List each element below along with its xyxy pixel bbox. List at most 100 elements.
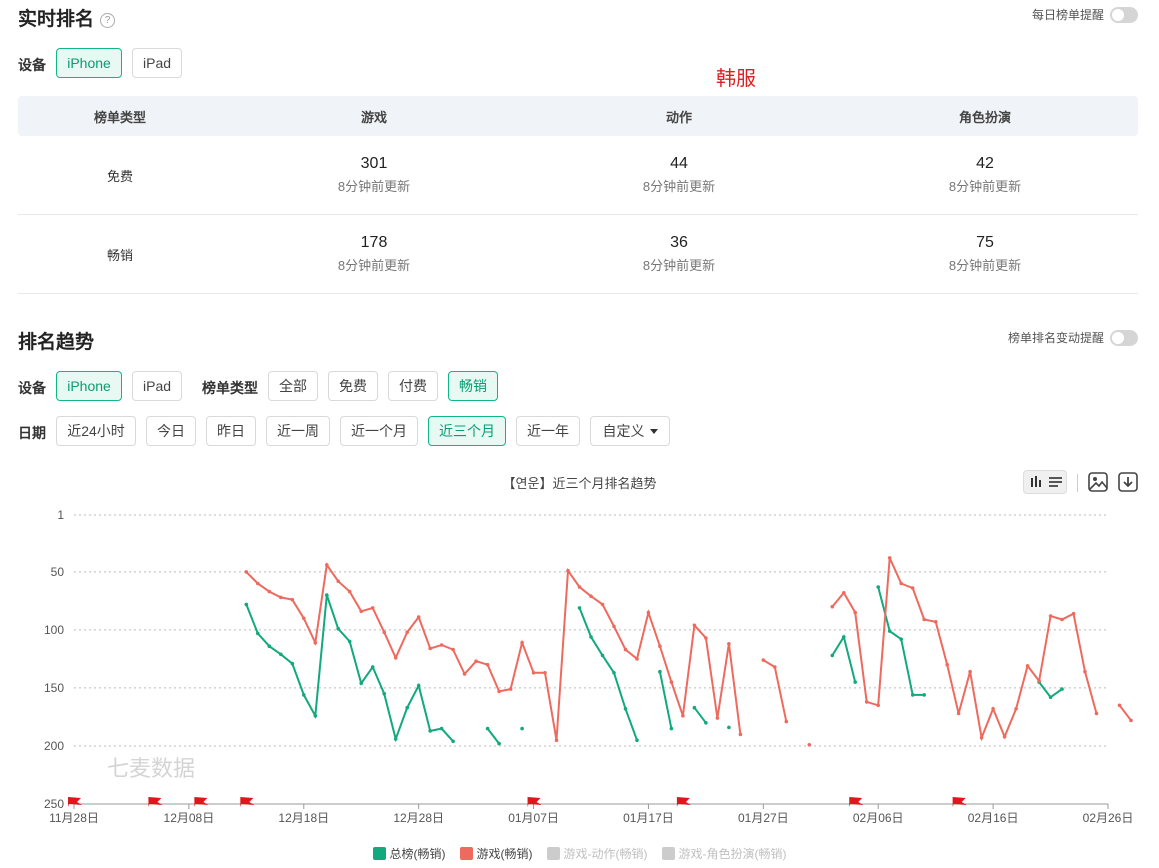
list-icon[interactable] [1045, 471, 1067, 493]
download-icon[interactable] [1117, 471, 1139, 493]
rank-value: 301 [360, 155, 388, 172]
data-point [451, 647, 455, 652]
data-point [715, 716, 720, 720]
data-point [899, 581, 903, 586]
legend-swatch [546, 847, 560, 860]
date-custom-dropdown[interactable]: 自定义 [590, 416, 670, 446]
date-today-button[interactable]: 今日 [146, 416, 196, 446]
device-iphone-button[interactable]: iPhone [56, 48, 122, 78]
date-week-button[interactable]: 近一周 [266, 416, 330, 446]
data-point [554, 738, 559, 742]
x-tick-label: 12月28日 [393, 811, 444, 825]
data-point [393, 737, 398, 741]
data-point [853, 680, 857, 684]
toggle-switch[interactable] [1110, 329, 1138, 346]
table-row: 免费 301 8分钟前更新 44 8分钟前更新 42 8分钟前更新 [18, 136, 1138, 215]
data-point [1014, 707, 1018, 711]
legend-item[interactable]: 游戏-动作(畅销) [546, 845, 648, 862]
rank-cell[interactable]: 301 8分钟前更新 [222, 155, 526, 195]
data-point [979, 736, 984, 740]
rank-cell[interactable]: 42 8分钟前更新 [832, 155, 1138, 195]
chart-title: 【연운】近三个月排名趋势 [502, 476, 657, 491]
data-point [1117, 703, 1122, 708]
trend-device-iphone-button[interactable]: iPhone [56, 371, 122, 401]
flag-icon [527, 797, 542, 807]
realtime-rank-table: 榜单类型 游戏 动作 角色扮演 免费 301 8分钟前更新 44 8分钟前更新 42… [18, 96, 1138, 294]
data-point [623, 647, 628, 652]
data-point [302, 693, 306, 697]
flag-icon [194, 797, 209, 807]
data-point [474, 659, 478, 663]
data-point [646, 610, 651, 615]
x-tick-label: 01月07日 [508, 811, 559, 825]
data-point [405, 630, 410, 634]
date-three-months-button[interactable]: 近三个月 [428, 416, 506, 446]
data-point [899, 637, 903, 641]
daily-alert-label: 每日榜单提醒 [1031, 8, 1104, 22]
y-tick-label: 100 [44, 623, 64, 637]
trend-device-ipad-button[interactable]: iPad [132, 371, 182, 401]
image-icon[interactable] [1087, 471, 1109, 493]
data-point [922, 617, 926, 622]
data-point [807, 743, 812, 747]
data-point [462, 672, 467, 676]
legend-swatch [459, 847, 473, 860]
flag-icon [148, 797, 163, 807]
trend-title: 排名趋势 [18, 332, 95, 353]
data-point [336, 579, 341, 583]
data-point [416, 615, 421, 619]
daily-alert-toggle[interactable]: 每日榜单提醒 [1032, 6, 1138, 23]
data-point [600, 602, 605, 607]
rank-value: 42 [976, 155, 994, 172]
list-type-free-button[interactable]: 免费 [328, 371, 378, 401]
rank-cell[interactable]: 44 8分钟前更新 [526, 155, 832, 195]
trend-device-label: 设备 [18, 380, 46, 396]
data-point [1048, 695, 1053, 699]
data-point [1002, 734, 1007, 739]
legend-item[interactable]: 总榜(畅销) [372, 845, 446, 862]
data-point [692, 705, 697, 710]
data-point [1083, 669, 1087, 674]
bar-chart-icon[interactable] [1025, 471, 1047, 493]
region-label: 韩服 [716, 68, 756, 90]
series-line [693, 707, 707, 724]
list-type-grossing-button[interactable]: 畅销 [448, 371, 498, 401]
rank-cell[interactable]: 75 8分钟前更新 [832, 234, 1138, 274]
data-point [864, 700, 869, 704]
data-point [910, 586, 915, 590]
toggle-switch[interactable] [1110, 6, 1138, 23]
data-point [382, 630, 387, 634]
legend-item[interactable]: 游戏-角色扮演(畅销) [661, 845, 787, 862]
date-year-button[interactable]: 近一年 [516, 416, 580, 446]
data-point [382, 691, 387, 696]
data-point [968, 669, 972, 674]
date-24h-button[interactable]: 近24小时 [56, 416, 136, 446]
data-point [1129, 718, 1133, 723]
data-point [1025, 664, 1030, 668]
y-tick-label: 200 [44, 739, 64, 753]
legend-item[interactable]: 游戏(畅销) [459, 845, 533, 862]
realtime-title: 实时排名? [18, 4, 116, 31]
data-point [612, 624, 616, 629]
data-point [1060, 617, 1064, 622]
data-point [623, 707, 628, 711]
rank-cell[interactable]: 178 8分钟前更新 [222, 234, 526, 274]
data-point [451, 739, 455, 744]
toolbar-divider [1077, 474, 1078, 492]
series-line [578, 607, 638, 741]
list-type-paid-button[interactable]: 付费 [388, 371, 438, 401]
data-point [359, 681, 364, 686]
rank-change-alert-toggle[interactable]: 榜单排名变动提醒 [1008, 329, 1138, 346]
data-point [1037, 679, 1041, 683]
date-yesterday-button[interactable]: 昨日 [206, 416, 256, 446]
list-type-all-button[interactable]: 全部 [268, 371, 318, 401]
data-point [635, 738, 639, 742]
rank-value: 36 [670, 234, 688, 251]
rank-trend-chart[interactable]: 七麦数据 15010015020025011月28日 12月08日 12月18日 12… [0, 500, 1159, 836]
question-circle-icon[interactable]: ? [100, 13, 116, 28]
device-ipad-button[interactable]: iPad [132, 48, 182, 78]
date-month-button[interactable]: 近一个月 [340, 416, 418, 446]
table-row: 畅销 178 8分钟前更新 36 8分钟前更新 75 8分钟前更新 [18, 215, 1138, 294]
flag-icon [676, 797, 691, 807]
rank-cell[interactable]: 36 8分钟前更新 [526, 234, 832, 274]
